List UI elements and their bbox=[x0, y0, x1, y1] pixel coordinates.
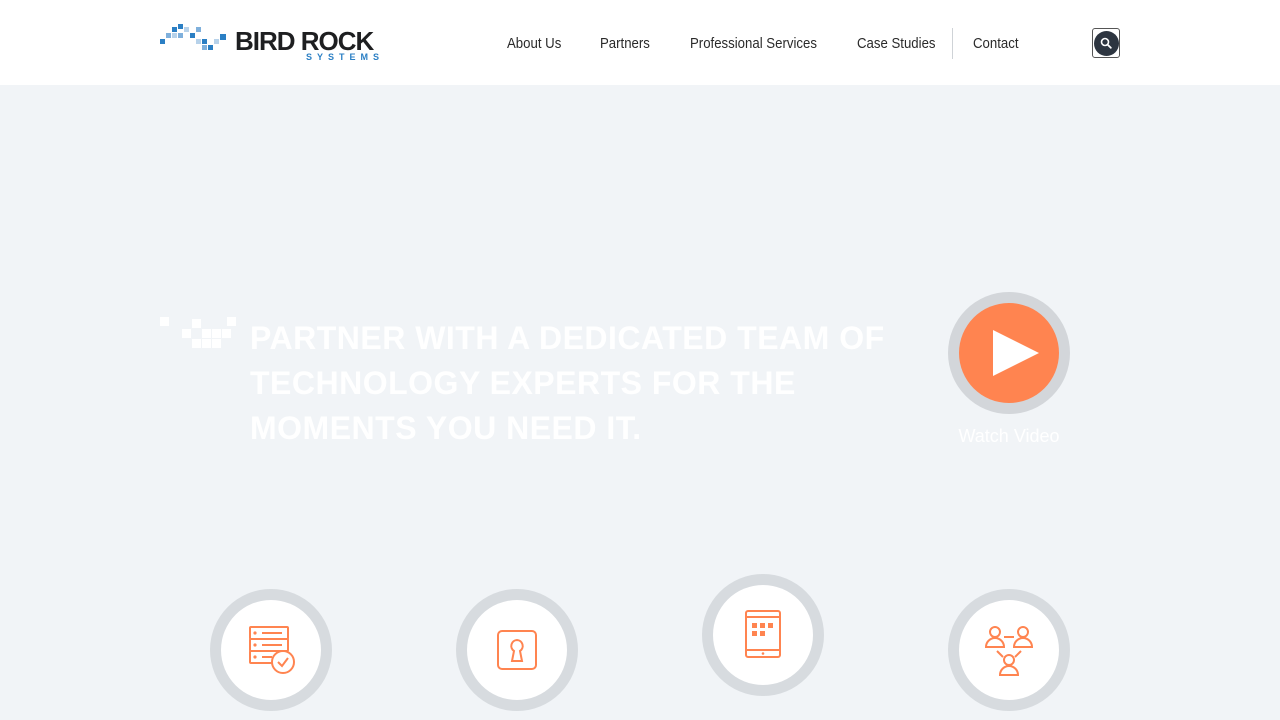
bird-rock-logo[interactable]: BIRD ROCK SYSTEMS bbox=[160, 22, 384, 64]
keyhole-lock-icon bbox=[497, 630, 537, 670]
play-icon bbox=[993, 330, 1039, 376]
tablet-grid-icon bbox=[745, 610, 781, 658]
nav-about-us[interactable]: About Us bbox=[507, 30, 561, 58]
network-people-icon bbox=[984, 626, 1034, 676]
nav-partners[interactable]: Partners bbox=[600, 30, 650, 58]
server-check-icon bbox=[249, 626, 295, 674]
search-icon bbox=[1100, 37, 1112, 49]
logo-subtitle: SYSTEMS bbox=[306, 52, 385, 62]
logo-pixel-mark-icon bbox=[160, 24, 226, 50]
hero-headline-line-1: PARTNER WITH A DEDICATED TEAM OF bbox=[250, 320, 885, 356]
logo-wordmark: BIRD ROCK bbox=[235, 26, 374, 56]
nav-case-studies[interactable]: Case Studies bbox=[857, 30, 936, 58]
nav-contact[interactable]: Contact bbox=[973, 30, 1018, 58]
feature-tablet-apps[interactable] bbox=[702, 574, 824, 696]
hero-headline: PARTNER WITH A DEDICATED TEAM OF TECHNOL… bbox=[250, 316, 890, 451]
site-header: BIRD ROCK SYSTEMS About Us Partners Prof… bbox=[0, 0, 1280, 85]
feature-team-network[interactable] bbox=[948, 589, 1070, 711]
nav-divider bbox=[952, 28, 953, 59]
hero-pixel-mark-icon bbox=[160, 317, 236, 348]
feature-security-lock[interactable] bbox=[456, 589, 578, 711]
hero-headline-line-3: MOMENTS YOU NEED IT. bbox=[250, 410, 642, 446]
hero-headline-line-2: TECHNOLOGY EXPERTS FOR THE bbox=[250, 365, 796, 401]
nav-professional-services[interactable]: Professional Services bbox=[690, 30, 817, 58]
search-button[interactable] bbox=[1092, 28, 1120, 58]
watch-video-play-button[interactable] bbox=[948, 292, 1070, 414]
watch-video-link[interactable]: Watch Video bbox=[948, 424, 1070, 448]
feature-server-check[interactable] bbox=[210, 589, 332, 711]
